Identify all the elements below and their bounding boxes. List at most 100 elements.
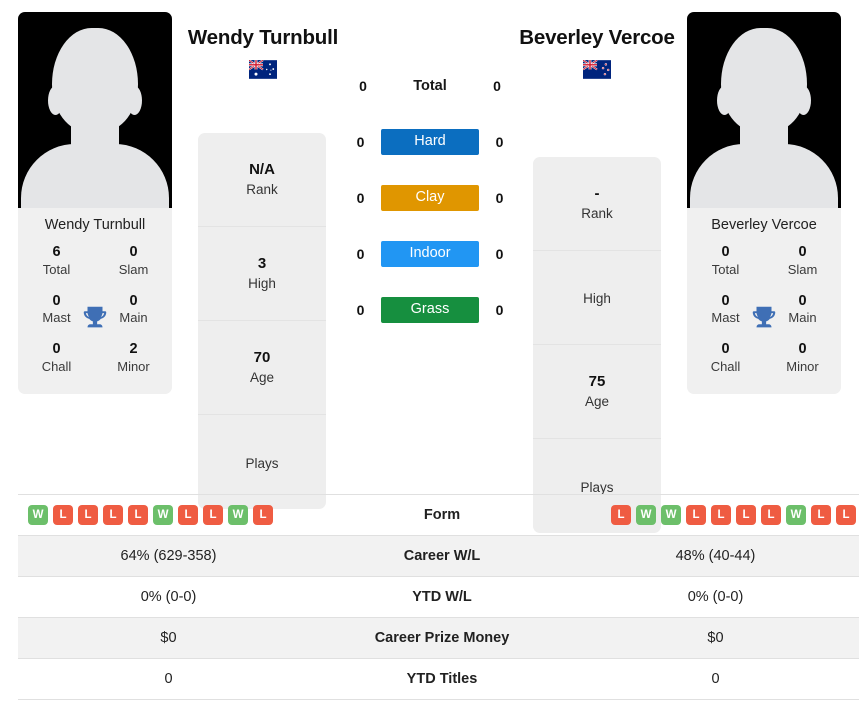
- ytd-titles-right: 0: [565, 658, 859, 700]
- form-badge-loss[interactable]: L: [203, 505, 223, 525]
- titles-minor-value-left: 2: [129, 341, 138, 358]
- player-card-right[interactable]: Beverley Vercoe 0 Total 0 Slam 0 Mast 0 …: [687, 12, 841, 394]
- row-label-career-prize-money: Career Prize Money: [319, 617, 565, 659]
- titles-slam-right: 0 Slam: [764, 244, 841, 279]
- surface-pill-indoor[interactable]: Indoor: [381, 241, 479, 267]
- table-row-form: WLLLLWLLWL Form LWWLLLLWLL: [18, 494, 859, 536]
- player-photo-right: [687, 12, 841, 208]
- surface-indoor-label-wrap: Indoor: [381, 241, 479, 267]
- player-photo-left: [18, 12, 172, 208]
- surface-row-indoor: 0 Indoor 0: [340, 226, 520, 282]
- surface-hard-left-value: 0: [356, 134, 365, 150]
- row-label-career-wl: Career W/L: [319, 535, 565, 577]
- table-row-career-wl: 64% (629-358) Career W/L 48% (40-44): [18, 535, 859, 577]
- surface-grass-label-wrap: Grass: [381, 297, 479, 323]
- form-badge-loss[interactable]: L: [178, 505, 198, 525]
- player-card-name-left: Wendy Turnbull: [44, 217, 146, 233]
- surface-pill-clay[interactable]: Clay: [381, 185, 479, 211]
- form-badge-loss[interactable]: L: [686, 505, 706, 525]
- avatar-ear-left-shape: [717, 86, 732, 115]
- form-badge-loss[interactable]: L: [78, 505, 98, 525]
- profile-high-right: High: [533, 251, 661, 345]
- ytd-titles-left: 0: [18, 658, 319, 700]
- titles-minor-label-left: Minor: [117, 358, 150, 374]
- profile-age-left: 70 Age: [198, 321, 326, 415]
- form-badge-loss[interactable]: L: [811, 505, 831, 525]
- titles-total-label-left: Total: [42, 261, 71, 277]
- form-badges-right: LWWLLLLWLL: [606, 505, 856, 525]
- titles-minor-right: 0 Minor: [764, 341, 841, 376]
- comparison-stats-table: WLLLLWLLWL Form LWWLLLLWLL 64% (629-358)…: [18, 494, 859, 700]
- surface-total-label: Total: [413, 77, 447, 94]
- form-cell-left: WLLLLWLLWL: [18, 494, 319, 536]
- profile-age-value-left: 70: [253, 348, 271, 366]
- profile-rank-value-right: -: [594, 184, 600, 202]
- titles-minor-label-right: Minor: [786, 358, 819, 374]
- page-title-left: Wendy Turnbull: [187, 26, 339, 49]
- titles-grid-left: 6 Total 0 Slam 0 Mast 0 Main 0 Chall 2 M…: [18, 242, 172, 394]
- form-badges-left: WLLLLWLLWL: [28, 505, 278, 525]
- titles-chall-label-right: Chall: [710, 358, 741, 374]
- australia-flag-icon: [249, 59, 277, 79]
- player-card-left[interactable]: Wendy Turnbull 6 Total 0 Slam 0 Mast 0 M…: [18, 12, 172, 394]
- titles-slam-value-right: 0: [798, 244, 807, 261]
- profile-card-left: N/A Rank 3 High 70 Age Plays: [198, 133, 326, 509]
- career-wl-left: 64% (629-358): [18, 535, 319, 577]
- player-name-header-right: Beverley Vercoe: [497, 26, 697, 79]
- avatar-ear-right-shape: [127, 86, 142, 115]
- form-badge-loss[interactable]: L: [103, 505, 123, 525]
- table-row-ytd-titles: 0 YTD Titles 0: [18, 658, 859, 700]
- surface-row-total: 0 Total 0: [340, 58, 520, 114]
- profile-high-left: 3 High: [198, 227, 326, 321]
- profile-rank-right: - Rank: [533, 157, 661, 251]
- titles-total-value-right: 0: [721, 244, 730, 261]
- form-badge-win[interactable]: W: [28, 505, 48, 525]
- profile-rank-label-left: Rank: [246, 181, 278, 197]
- profile-rank-left: N/A Rank: [198, 133, 326, 227]
- trophy-icon: [752, 306, 776, 328]
- titles-chall-value-right: 0: [721, 341, 730, 358]
- form-badge-win[interactable]: W: [636, 505, 656, 525]
- profile-age-value-right: 75: [588, 372, 606, 390]
- surface-grass-left-value: 0: [356, 302, 365, 318]
- table-row-career-prize-money: $0 Career Prize Money $0: [18, 617, 859, 659]
- surface-pill-hard[interactable]: Hard: [381, 129, 479, 155]
- surface-row-hard: 0 Hard 0: [340, 114, 520, 170]
- surface-pill-grass[interactable]: Grass: [381, 297, 479, 323]
- surface-total-right-value: 0: [493, 78, 501, 94]
- player-name-header-left: Wendy Turnbull: [163, 26, 363, 79]
- surface-hard-right-value: 0: [495, 134, 504, 150]
- avatar-ear-right-shape: [796, 86, 811, 115]
- surface-grass-right-value: 0: [495, 302, 504, 318]
- form-badge-loss[interactable]: L: [611, 505, 631, 525]
- surface-titles-column: 0 Total 0 0 Hard 0 0 Clay 0 0 Indoor 0 0…: [340, 58, 520, 338]
- surface-clay-left-value: 0: [356, 190, 365, 206]
- form-badge-loss[interactable]: L: [53, 505, 73, 525]
- trophy-icon: [83, 306, 107, 328]
- career-prize-money-left: $0: [18, 617, 319, 659]
- surface-indoor-left-value: 0: [356, 246, 365, 262]
- form-badge-win[interactable]: W: [153, 505, 173, 525]
- form-badge-win[interactable]: W: [228, 505, 248, 525]
- profile-card-right: - Rank High 75 Age Plays: [533, 157, 661, 533]
- profile-plays-label-left: Plays: [245, 455, 279, 471]
- avatar-body-shape: [690, 144, 838, 208]
- titles-slam-left: 0 Slam: [95, 244, 172, 279]
- page-title-right: Beverley Vercoe: [519, 26, 675, 49]
- form-badge-loss[interactable]: L: [836, 505, 856, 525]
- titles-slam-label-left: Slam: [118, 261, 149, 277]
- form-badge-loss[interactable]: L: [711, 505, 731, 525]
- surface-hard-label-wrap: Hard: [381, 129, 479, 155]
- player-card-name-right: Beverley Vercoe: [711, 217, 817, 233]
- form-badge-win[interactable]: W: [786, 505, 806, 525]
- form-badge-loss[interactable]: L: [736, 505, 756, 525]
- player-comparison-header: Wendy Turnbull 6 Total 0 Slam 0 Mast 0 M…: [0, 0, 859, 533]
- form-badge-loss[interactable]: L: [253, 505, 273, 525]
- form-badge-loss[interactable]: L: [761, 505, 781, 525]
- career-wl-right: 48% (40-44): [565, 535, 859, 577]
- form-badge-loss[interactable]: L: [128, 505, 148, 525]
- form-badge-win[interactable]: W: [661, 505, 681, 525]
- form-cell-right: LWWLLLLWLL: [565, 494, 859, 536]
- surface-total-left-value: 0: [359, 78, 367, 94]
- ytd-wl-right: 0% (0-0): [565, 576, 859, 618]
